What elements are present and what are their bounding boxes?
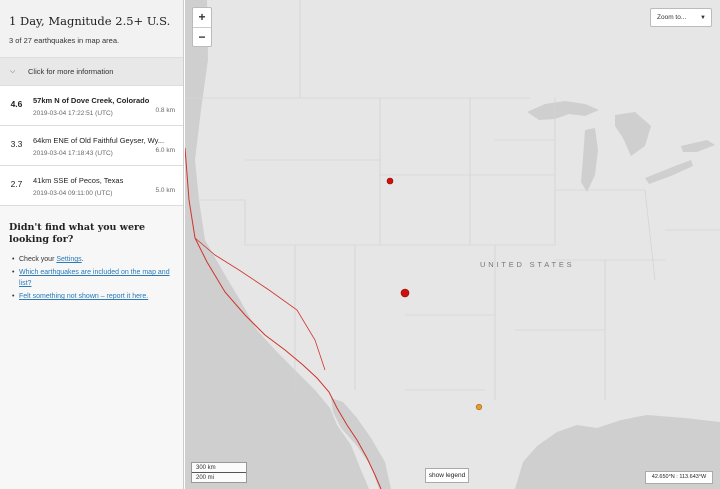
time: 2019-03-04 17:22:51 (UTC): [33, 110, 113, 117]
earthquake-marker-dove-creek: [400, 288, 410, 298]
lake-erie: [645, 160, 693, 184]
lake-superior: [527, 101, 599, 120]
earthquake-sidebar: 1 Day, Magnitude 2.5+ U.S. 3 of 27 earth…: [0, 0, 184, 489]
help-list: Check your Settings. Which earthquakes a…: [9, 254, 174, 302]
report-felt-link[interactable]: Felt something not shown – report it her…: [19, 293, 148, 300]
more-info-label: Click for more information: [28, 67, 114, 76]
lake-ontario: [681, 140, 715, 152]
earthquake-count: 3 of 27 earthquakes in map area.: [9, 36, 120, 45]
caret-down-icon: ▼: [700, 14, 706, 21]
scale-km: 300 km: [192, 463, 246, 473]
help-text-suffix: .: [81, 256, 84, 263]
help-item-report: Felt something not shown – report it her…: [12, 291, 174, 302]
help-title: Didn't find what you were looking for?: [9, 222, 146, 245]
zoom-in-button[interactable]: +: [193, 8, 211, 27]
zoom-to-label: Zoom to...: [657, 14, 687, 21]
depth: 0.8 km: [155, 107, 175, 114]
country-label: UNITED STATES: [480, 260, 575, 269]
sidebar-header: 1 Day, Magnitude 2.5+ U.S. 3 of 27 earth…: [0, 0, 183, 58]
depth: 5.0 km: [155, 187, 175, 194]
settings-link[interactable]: Settings: [56, 256, 81, 263]
help-item-included: Which earthquakes are included on the ma…: [12, 267, 174, 289]
depth: 6.0 km: [155, 147, 175, 154]
scale-bar: 300 km 200 mi: [191, 462, 247, 483]
included-earthquakes-link[interactable]: Which earthquakes are included on the ma…: [19, 269, 170, 287]
lake-huron: [615, 112, 651, 156]
scale-mi: 200 mi: [196, 475, 215, 481]
place: 57km N of Dove Creek, Colorado: [33, 96, 150, 105]
more-info-toggle[interactable]: ⌵ Click for more information: [0, 58, 183, 86]
zoom-control: + −: [192, 7, 212, 47]
earthquake-list-item[interactable]: 3.3 64km ENE of Old Faithful Geyser, Wy.…: [0, 126, 183, 166]
chevron-down-icon: ⌵: [10, 67, 16, 75]
lake-michigan: [581, 128, 598, 192]
zoom-out-button[interactable]: −: [193, 27, 211, 46]
place: 41km SSE of Pecos, Texas: [33, 176, 124, 185]
earthquake-list-item[interactable]: 4.6 57km N of Dove Creek, Colorado 2019-…: [0, 86, 183, 126]
earthquake-map[interactable]: + − Zoom to... ▼ UNITED STATES 300 km 20…: [185, 0, 720, 489]
earthquake-list-item[interactable]: 2.7 41km SSE of Pecos, Texas 2019-03-04 …: [0, 166, 183, 206]
magnitude: 3.3: [10, 139, 23, 149]
show-legend-button[interactable]: show legend: [425, 468, 469, 483]
help-text: Check your: [19, 256, 57, 263]
place: 64km ENE of Old Faithful Geyser, Wy...: [33, 136, 165, 145]
feed-title: 1 Day, Magnitude 2.5+ U.S.: [9, 14, 171, 28]
time: 2019-03-04 17:18:43 (UTC): [33, 150, 113, 157]
zoom-to-select[interactable]: Zoom to... ▼: [650, 8, 712, 27]
map-canvas: [185, 0, 720, 489]
help-item-settings: Check your Settings.: [12, 254, 174, 265]
help-section: Didn't find what you were looking for? C…: [0, 206, 183, 320]
earthquake-marker-pecos: [475, 403, 483, 411]
earthquake-marker-old-faithful: [386, 177, 394, 185]
earthquake-list: 4.6 57km N of Dove Creek, Colorado 2019-…: [0, 86, 183, 206]
magnitude: 2.7: [10, 179, 23, 189]
time: 2019-03-04 09:11:00 (UTC): [33, 190, 113, 197]
magnitude: 4.6: [10, 99, 23, 109]
coordinates-readout: 42.650°N : 113.643°W: [645, 471, 713, 484]
